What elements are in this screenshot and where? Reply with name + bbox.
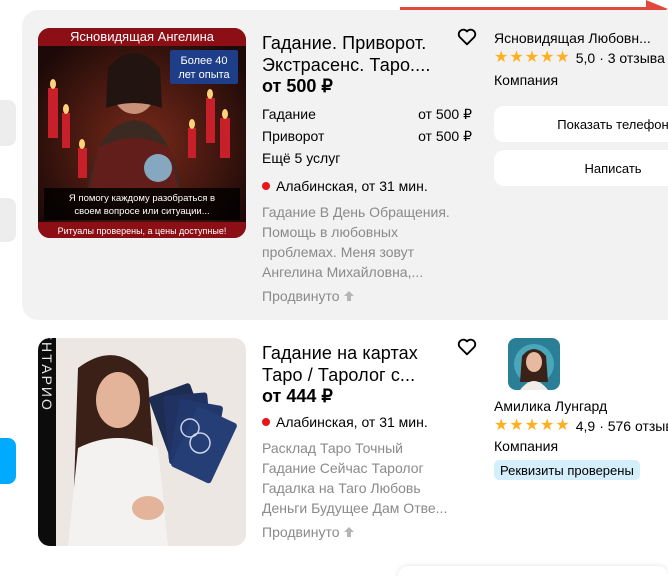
- star-icon: ★: [509, 49, 524, 66]
- star-icon: ★: [540, 417, 555, 434]
- listing-price: от 500 ₽: [262, 76, 333, 96]
- location-text: Алабинская, от 31 мин.: [276, 178, 428, 194]
- metro-icon: [262, 418, 270, 426]
- listing-photo-image: ОМЕНТАРИО: [38, 338, 246, 546]
- heart-icon[interactable]: [456, 26, 478, 48]
- more-services-link[interactable]: Ещё 5 услуг: [262, 150, 340, 166]
- reviews-count[interactable]: · 576 отзывов: [599, 418, 668, 434]
- seller-rating: ★ ★ ★ ★ ★ 5,0 · 3 отзыва: [494, 50, 665, 67]
- rating-value: 5,0: [575, 50, 596, 66]
- write-message-button[interactable]: Написать: [494, 150, 668, 186]
- rating-stars: ★ ★ ★ ★ ★: [494, 418, 570, 434]
- description-line: Ангелина Михайловна,...: [262, 264, 424, 280]
- service-name: Гадание: [262, 106, 316, 122]
- seller-name[interactable]: Ясновидящая Любовн...: [494, 30, 651, 46]
- description-line: Расклад Таро Точный: [262, 440, 403, 456]
- service-row: Приворот от 500 ₽: [262, 128, 472, 145]
- seller-name[interactable]: Амилика Лунгард: [494, 398, 607, 414]
- listing-title[interactable]: Гадание. Приворот. Экстрасенс. Таро....: [262, 32, 452, 76]
- description-line: проблемах. Меня зовут: [262, 244, 415, 260]
- star-icon: ★: [555, 49, 570, 66]
- photo-caption-line2: своем вопросе или ситуации...: [74, 206, 209, 217]
- show-phone-button[interactable]: Показать телефон: [494, 106, 668, 142]
- listing-photo-image: Ясновидящая Ангелина Более 40 лет опыта …: [38, 28, 246, 238]
- listing-location: Алабинская, от 31 мин.: [262, 414, 428, 430]
- star-icon: ★: [540, 49, 555, 66]
- arrow-up-icon: [343, 527, 354, 537]
- promoted-text: Продвинуто: [262, 288, 340, 304]
- star-icon: ★: [524, 49, 540, 66]
- description-line: Гадание Сейчас Таролог: [262, 460, 424, 476]
- listing-location: Алабинская, от 31 мин.: [262, 178, 428, 194]
- service-row: Гадание от 500 ₽: [262, 106, 472, 123]
- listing-title-line: Гадание на картах: [262, 343, 418, 363]
- listing-description: Гадание В День Обращения. Помощь в любов…: [262, 202, 468, 282]
- arrow-up-icon: [343, 291, 354, 301]
- service-price: от 500 ₽: [418, 106, 472, 122]
- verified-badge: Реквизиты проверены: [494, 460, 640, 480]
- avatar-image: [508, 338, 560, 390]
- metro-icon: [262, 182, 270, 190]
- description-line: Гадание В День Обращения.: [262, 204, 450, 220]
- listing-description: Расклад Таро Точный Гадание Сейчас Тарол…: [262, 438, 468, 518]
- rating-value: 4,9: [575, 418, 596, 434]
- listing-title[interactable]: Гадание на картах Таро / Таролог с...: [262, 342, 452, 386]
- avatar[interactable]: [508, 338, 560, 390]
- star-icon: ★: [494, 49, 509, 66]
- listing-photo[interactable]: ОМЕНТАРИО: [38, 338, 246, 546]
- heart-icon[interactable]: [456, 336, 478, 358]
- star-icon: ★: [509, 417, 524, 434]
- left-apply-button-stub[interactable]: [0, 438, 16, 484]
- listing-card[interactable]: Ясновидящая Ангелина Более 40 лет опыта …: [22, 10, 668, 320]
- location-text: Алабинская, от 31 мин.: [276, 414, 428, 430]
- promoted-text: Продвинуто: [262, 524, 340, 540]
- star-icon: ★: [555, 417, 570, 434]
- photo-badge-line2: лет опыта: [178, 69, 230, 81]
- photo-top-banner: Ясновидящая Ангелина: [70, 29, 215, 44]
- service-price: от 500 ₽: [418, 128, 472, 144]
- description-line: Помощь в любовных: [262, 224, 398, 240]
- seller-type: Компания: [494, 72, 559, 88]
- listing-title-line: Гадание. Приворот.: [262, 33, 427, 53]
- seller-type: Компания: [494, 438, 559, 454]
- left-filter-stub[interactable]: [0, 100, 16, 146]
- listings-page: Ясновидящая Ангелина Более 40 лет опыта …: [0, 0, 668, 576]
- left-filter-stub[interactable]: [0, 198, 16, 242]
- listing-title-line: Экстрасенс. Таро....: [262, 55, 431, 75]
- star-icon: ★: [494, 417, 509, 434]
- listing-title-line: Таро / Таролог с...: [262, 365, 416, 385]
- listing-card[interactable]: ОМЕНТАРИО Гадание на картах Таро / Тарол…: [22, 330, 668, 560]
- star-icon: ★: [524, 417, 540, 434]
- promoted-label: Продвинуто: [262, 524, 355, 540]
- seller-rating: ★ ★ ★ ★ ★ 4,9 · 576 отзывов: [494, 418, 668, 435]
- rating-stars: ★ ★ ★ ★ ★: [494, 50, 570, 66]
- photo-badge-line1: Более 40: [180, 55, 227, 67]
- reviews-count[interactable]: · 3 отзыва: [599, 50, 665, 66]
- description-line: Гадалка на Таго Любовь: [262, 480, 421, 496]
- next-card-edge: [398, 566, 668, 576]
- show-phone-label: Показать телефон: [557, 116, 668, 132]
- listing-price: от 444 ₽: [262, 386, 333, 406]
- write-message-label: Написать: [584, 160, 642, 176]
- description-line: Деньги Будущее Дам Отве...: [262, 500, 448, 516]
- listing-photo[interactable]: Ясновидящая Ангелина Более 40 лет опыта …: [38, 28, 246, 238]
- photo-side-text: ОМЕНТАРИО: [39, 338, 55, 412]
- promoted-label: Продвинуто: [262, 288, 355, 304]
- service-name: Приворот: [262, 128, 325, 144]
- photo-bottom-banner: Ритуалы проверены, а цены доступные!: [58, 226, 227, 236]
- photo-caption-line1: Я помогу каждому разобраться в: [69, 193, 215, 204]
